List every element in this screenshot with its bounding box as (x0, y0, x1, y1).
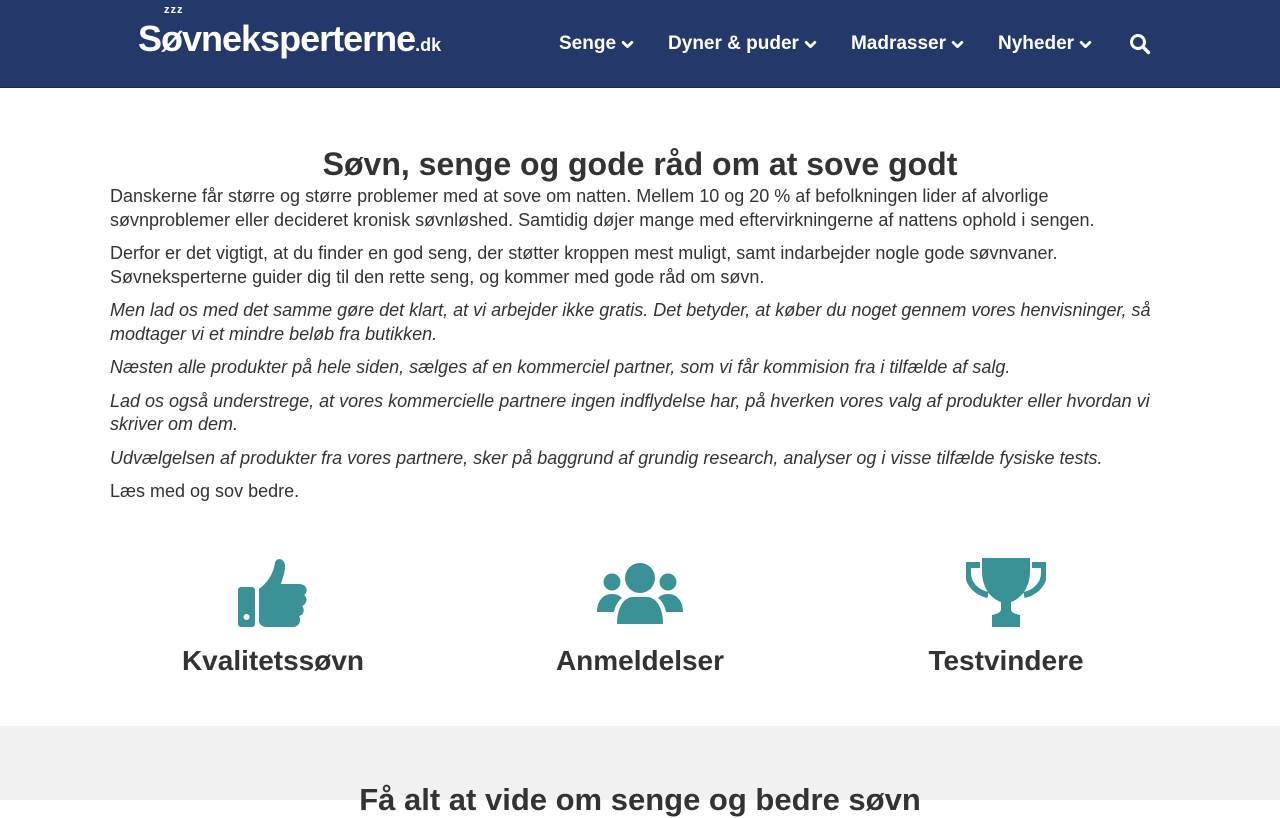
nav-item-nyheder[interactable]: Nyheder (998, 33, 1092, 55)
disclosure-paragraph: Men lad os med det samme gøre det klart,… (110, 300, 1151, 344)
chevron-down-icon (621, 40, 634, 48)
intro-paragraph: Danskerne får større og større problemer… (110, 186, 1095, 230)
nav-label: Nyheder (998, 33, 1075, 54)
feature-label: Anmeldelser (555, 645, 725, 676)
logo-tld: .dk (415, 35, 442, 55)
feature-anmeldelser[interactable]: Anmeldelser (490, 557, 790, 677)
feature-kvalitetssovn[interactable]: Kvalitetssøvn (123, 557, 423, 677)
chevron-down-icon (951, 40, 964, 48)
nav-label: Madrasser (850, 33, 947, 54)
nav-item-madrasser[interactable]: Madrasser (851, 33, 964, 55)
sleep-zzz-mark: zzz (164, 4, 184, 16)
info-band: Få alt at vide om senge og bedre søvn (0, 726, 1280, 817)
nav-label: Dyner & puder (668, 33, 799, 54)
main-content: Søvn, senge og gode råd om at sove godt … (110, 88, 1170, 504)
closing-paragraph: Læs med og sov bedre. (110, 481, 300, 501)
thumbs-up-icon (238, 559, 307, 627)
main-nav: Senge Dyner & puder Madrasser Nyheder (559, 0, 1126, 88)
feature-label: Testvindere (928, 645, 1084, 676)
site-header: zzz Søvneksperterne.dk Senge Dyner & pud… (0, 0, 1280, 88)
disclosure-paragraph: Udvælgelsen af produkter fra vores partn… (110, 447, 1103, 468)
users-icon (597, 563, 683, 624)
feature-testvindere[interactable]: Testvindere (856, 557, 1156, 677)
page-title: Søvn, senge og gode råd om at sove godt (322, 146, 958, 182)
trophy-icon (966, 558, 1046, 627)
feature-label: Kvalitetssøvn (181, 645, 365, 676)
logo-text: Søvneksperterne.dk (138, 18, 442, 59)
search-icon[interactable] (1129, 33, 1151, 55)
disclosure-paragraph: Næsten alle produkter på hele siden, sæl… (110, 357, 1011, 377)
intro-paragraph: Derfor er det vigtigt, at du finder en g… (110, 243, 1058, 287)
feature-row: Kvalitetssøvn Anmeldelser Testvindere (90, 557, 1190, 687)
disclosure-paragraph: Lad os også understrege, at vores kommer… (110, 390, 1150, 435)
chevron-down-icon (1079, 40, 1092, 48)
site-logo[interactable]: zzz Søvneksperterne.dk (138, 5, 448, 65)
nav-item-dyner-puder[interactable]: Dyner & puder (668, 33, 817, 55)
nav-label: Senge (559, 33, 617, 54)
nav-item-senge[interactable]: Senge (559, 33, 634, 55)
chevron-down-icon (804, 40, 817, 48)
section-title: Få alt at vide om senge og bedre søvn (359, 782, 921, 817)
